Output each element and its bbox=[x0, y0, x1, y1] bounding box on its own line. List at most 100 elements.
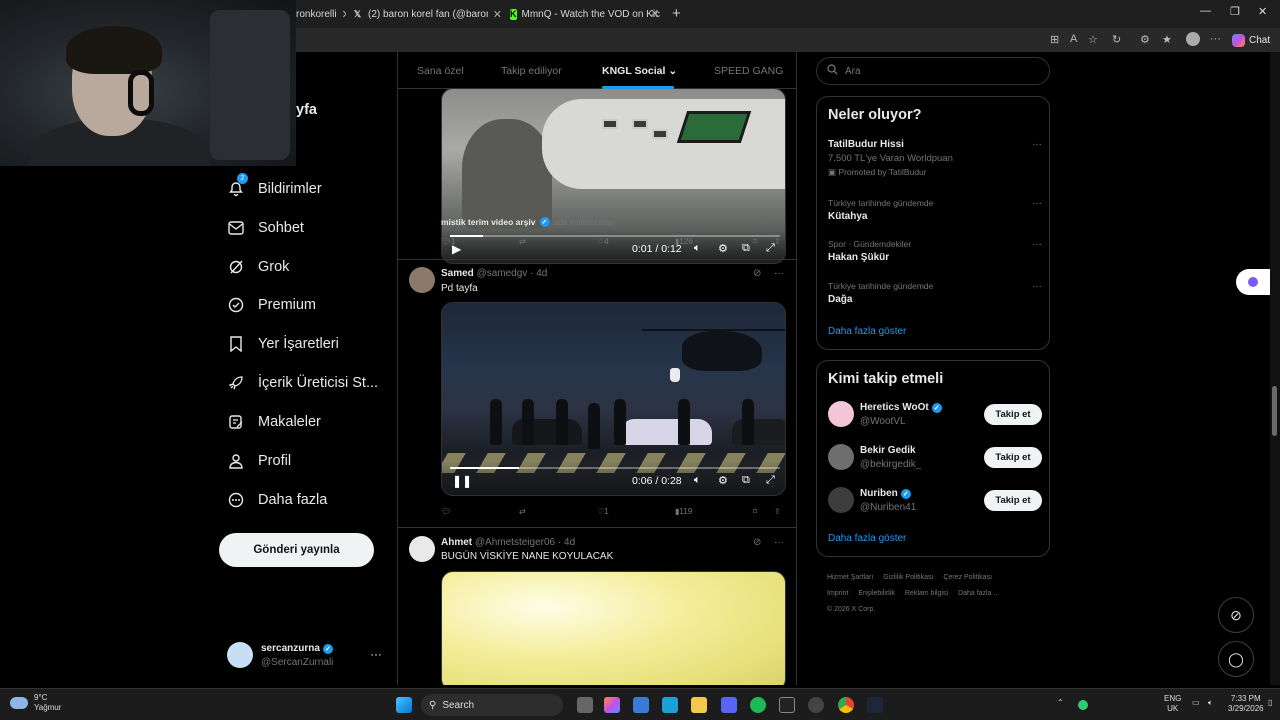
footer-link[interactable]: Daha fazla ... bbox=[958, 590, 999, 597]
sidebar-item-notifications[interactable]: 2 Bildirimler bbox=[226, 173, 322, 202]
taskbar-search[interactable]: ⚲ Search bbox=[421, 694, 563, 716]
show-more-link[interactable]: Daha fazla göster bbox=[828, 326, 906, 337]
author-name[interactable]: Ahmet bbox=[441, 537, 472, 548]
share-icon[interactable]: ⇪ bbox=[774, 237, 781, 246]
reply-button[interactable]: 💬︎ 1 bbox=[441, 237, 456, 246]
sidebar-item-chat[interactable]: Sohbet bbox=[226, 215, 304, 241]
show-more-link[interactable]: Daha fazla göster bbox=[828, 533, 906, 544]
restore-icon[interactable]: ❐ bbox=[1230, 5, 1240, 18]
follow-suggestion[interactable]: Heretics WoOt ✓ @WootVL Takip et bbox=[828, 400, 1042, 430]
author-handle[interactable]: @samedgv bbox=[477, 268, 528, 279]
refresh-icon[interactable]: ↻ bbox=[1112, 33, 1121, 46]
search-input[interactable]: Ara bbox=[816, 57, 1050, 85]
edge-icon[interactable] bbox=[662, 697, 678, 713]
sidebar-item-profile[interactable]: Profil bbox=[226, 448, 291, 474]
post-more-icon[interactable]: ··· bbox=[774, 537, 784, 548]
obs-icon[interactable] bbox=[779, 697, 795, 713]
video-progress-bar[interactable] bbox=[450, 467, 780, 469]
share-icon[interactable]: ⇪ bbox=[774, 507, 781, 516]
post-button[interactable]: Gönderi yayınla bbox=[219, 533, 374, 567]
trend-item[interactable]: Türkiye tarihinde gündemde Kütahya ··· bbox=[828, 198, 1042, 222]
minimize-icon[interactable]: — bbox=[1200, 5, 1211, 17]
weather-widget[interactable]: 9°C Yağmur bbox=[10, 693, 61, 713]
close-tab-icon[interactable]: ✕ bbox=[493, 8, 502, 21]
post-media[interactable] bbox=[441, 571, 786, 685]
new-tab-icon[interactable]: + bbox=[672, 5, 681, 22]
browser-tab[interactable]: K MmnQ - Watch the VOD on Kick bbox=[510, 4, 660, 24]
trend-item[interactable]: Türkiye tarihinde gündemde Dağa ··· bbox=[828, 281, 1042, 305]
footer-link[interactable]: Çerez Politikası bbox=[943, 574, 992, 581]
follow-suggestion[interactable]: Nuriben ✓ @Nuriben41 Takip et bbox=[828, 486, 1042, 516]
follow-button[interactable]: Takip et bbox=[984, 490, 1042, 511]
copilot-chat-button[interactable]: Chat bbox=[1232, 31, 1270, 49]
chrome-icon[interactable] bbox=[838, 697, 854, 713]
trend-item[interactable]: TatilBudur Hissi 7.500 TL'ye Varan World… bbox=[828, 139, 1042, 178]
discord-icon[interactable] bbox=[721, 697, 737, 713]
network-icon[interactable]: ▭ bbox=[1192, 698, 1200, 708]
close-tab-icon[interactable]: ✕ bbox=[342, 8, 346, 21]
sidebar-item-grok[interactable]: Grok bbox=[226, 254, 289, 280]
messages-fab-button[interactable]: ◯ bbox=[1218, 641, 1254, 677]
file-explorer-icon[interactable] bbox=[691, 697, 707, 713]
account-more-icon[interactable]: ··· bbox=[370, 647, 382, 661]
start-icon[interactable] bbox=[396, 697, 412, 713]
grok-icon[interactable]: ⊘ bbox=[753, 268, 761, 279]
close-window-icon[interactable]: ✕ bbox=[1258, 5, 1267, 18]
sidebar-item-more[interactable]: Daha fazla bbox=[226, 487, 327, 513]
trend-more-icon[interactable]: ··· bbox=[1032, 239, 1042, 250]
settings-icon[interactable]: ⚙ bbox=[718, 474, 728, 487]
account-switcher[interactable]: sercanzurna ✓ @SercanZurnali ··· bbox=[227, 641, 387, 671]
extensions-icon[interactable]: ⚙ bbox=[1140, 33, 1150, 46]
apps-icon[interactable]: ⊞ bbox=[1050, 33, 1059, 46]
store-icon[interactable] bbox=[633, 697, 649, 713]
language-indicator[interactable]: ENG UK bbox=[1164, 694, 1181, 714]
favorite-star-icon[interactable]: ☆ bbox=[1088, 33, 1098, 46]
repost-icon[interactable]: ⇄ bbox=[519, 507, 526, 516]
collections-icon[interactable]: ★ bbox=[1162, 33, 1172, 46]
tab-following[interactable]: Takip ediliyor bbox=[501, 65, 562, 77]
post-more-icon[interactable]: ··· bbox=[774, 268, 784, 279]
footer-link[interactable]: Erişilebilirlik bbox=[858, 590, 895, 597]
footer-link[interactable]: Gizlilik Politikası bbox=[883, 574, 933, 581]
tab-for-you[interactable]: Sana özel bbox=[417, 65, 464, 77]
tray-app-icon[interactable] bbox=[1078, 700, 1088, 710]
footer-link[interactable]: Hizmet Şartları bbox=[827, 574, 873, 581]
browser-tab[interactable]: 𝕏 (2) baron korel fan (@baronkorelli ✕ bbox=[352, 4, 502, 24]
sidebar-item-articles[interactable]: Makaleler bbox=[226, 409, 321, 435]
sidebar-item-premium[interactable]: Premium bbox=[226, 292, 316, 318]
author-handle[interactable]: @Ahmetsteiger06 bbox=[475, 537, 555, 548]
fullscreen-icon[interactable]: ⤢ bbox=[766, 474, 775, 487]
trend-item[interactable]: Spor · Gündemdekiler Hakan Şükür ··· bbox=[828, 239, 1042, 263]
side-panel-toggle[interactable] bbox=[1236, 269, 1270, 295]
trend-more-icon[interactable]: ··· bbox=[1032, 198, 1042, 209]
sidebar-item-bookmarks[interactable]: Yer İşaretleri bbox=[226, 331, 339, 357]
close-tab-icon[interactable]: ✕ bbox=[650, 7, 659, 20]
like-button[interactable]: ♡ 4 bbox=[597, 237, 609, 246]
read-aloud-icon[interactable]: A bbox=[1070, 33, 1077, 45]
scrollbar-thumb[interactable] bbox=[1272, 386, 1277, 436]
menu-dots-icon[interactable]: ··· bbox=[1210, 33, 1221, 45]
video-attribution[interactable]: mistik terim video arşiv ✓ adlı kullanıc… bbox=[441, 217, 615, 227]
avatar[interactable] bbox=[409, 536, 435, 562]
footer-link[interactable]: Reklam bilgisi bbox=[905, 590, 948, 597]
views-button[interactable]: ▮ 119 bbox=[675, 507, 692, 516]
task-view-icon[interactable] bbox=[577, 697, 593, 713]
profile-avatar-icon[interactable] bbox=[1186, 32, 1200, 46]
tray-overflow-icon[interactable]: ⌃ bbox=[1057, 698, 1064, 708]
sidebar-item-creator-studio[interactable]: İçerik Üreticisi St... bbox=[226, 370, 378, 396]
follow-button[interactable]: Takip et bbox=[984, 404, 1042, 425]
follow-suggestion[interactable]: Bekir Gedik @bekirgedik_ Takip et bbox=[828, 443, 1042, 473]
browser-tab[interactable]: ronkorelli ✕ bbox=[296, 4, 346, 24]
spotify-icon[interactable] bbox=[750, 697, 766, 713]
scrollbar[interactable] bbox=[1270, 52, 1280, 685]
bookmark-icon[interactable]: ⌑ bbox=[753, 237, 757, 246]
grok-icon[interactable]: ⊘ bbox=[753, 537, 761, 548]
clock[interactable]: 7:33 PM 3/29/2026 bbox=[1228, 694, 1264, 714]
repost-icon[interactable]: ⇄ bbox=[519, 237, 526, 246]
steam-icon[interactable] bbox=[867, 697, 883, 713]
app-icon[interactable] bbox=[808, 697, 824, 713]
trend-more-icon[interactable]: ··· bbox=[1032, 281, 1042, 292]
volume-icon[interactable]: 🔈︎ bbox=[694, 474, 701, 487]
trend-more-icon[interactable]: ··· bbox=[1032, 139, 1042, 150]
avatar[interactable] bbox=[409, 267, 435, 293]
